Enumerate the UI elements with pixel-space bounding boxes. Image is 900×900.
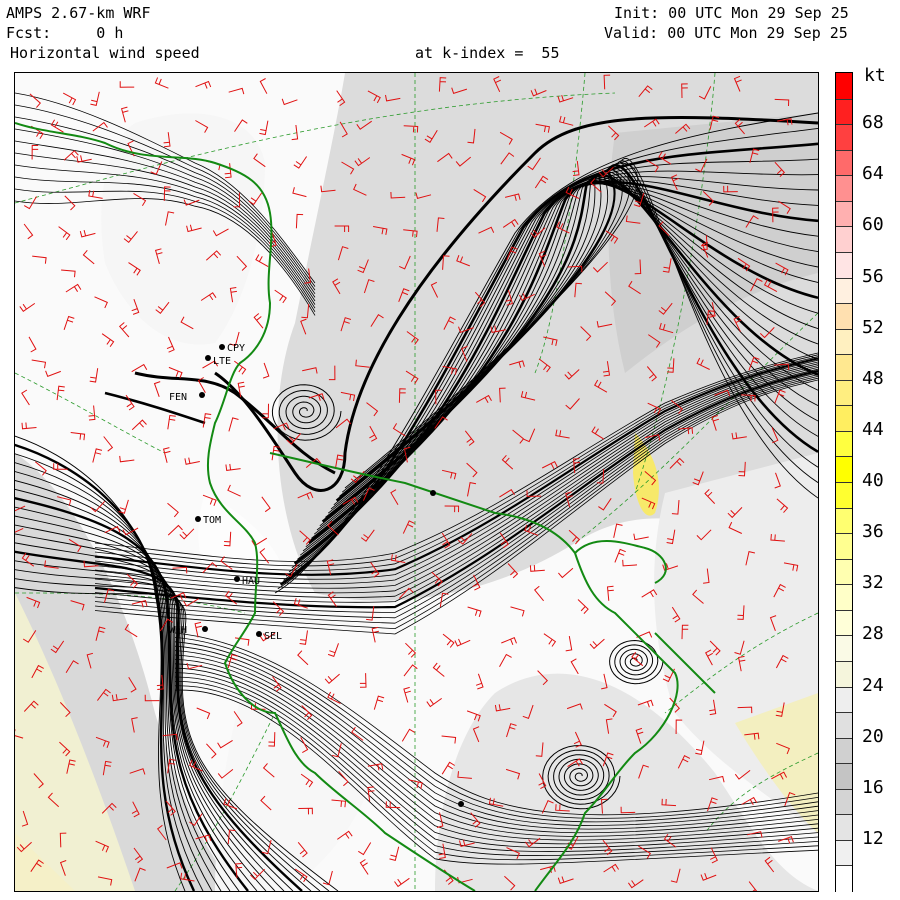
colorbar-tick-label: 56 [862, 265, 884, 287]
colorbar-segment [836, 482, 852, 509]
station-label: LTE [213, 356, 231, 367]
colorbar-segment [836, 456, 852, 483]
station-label: CPY [227, 343, 245, 354]
colorbar-segment [836, 558, 852, 586]
colorbar-segment [836, 277, 852, 305]
colorbar-segment [836, 73, 852, 99]
colorbar-tick-label: 12 [862, 827, 884, 849]
forecast-hour: Fcst: 0 h [6, 24, 124, 42]
station-label: FEN [169, 392, 187, 403]
colorbar-tick-label: 64 [862, 163, 884, 185]
colorbar-segment [836, 149, 852, 177]
colorbar-segment [836, 865, 852, 892]
colorbar-segment [836, 354, 852, 381]
station-dot [430, 490, 436, 496]
colorbar-segment [836, 175, 852, 202]
colorbar-segment [836, 200, 852, 228]
colorbar-segment [836, 405, 852, 432]
colorbar-segment [836, 251, 852, 279]
map-panel[interactable]: CPY LTE FEN TOM HAU WHH SEL [14, 72, 819, 892]
colorbar-segment [836, 660, 852, 688]
colorbar-segment [836, 430, 852, 458]
colorbar-segment [836, 328, 852, 356]
colorbar-tick-label: 16 [862, 776, 884, 798]
model-title: AMPS 2.67-km WRF [6, 4, 151, 22]
colorbar-segment [836, 609, 852, 637]
colorbar-segment [836, 635, 852, 662]
colorbar-segment [836, 98, 852, 126]
field-name: Horizontal wind speed [10, 44, 200, 62]
colorbar-tick-label: 28 [862, 623, 884, 645]
colorbar-segment [836, 584, 852, 611]
colorbar-segment [836, 533, 852, 560]
colorbar-segment [836, 788, 852, 816]
colorbar-tick-label: 32 [862, 572, 884, 594]
colorbar-tick-label: 36 [862, 521, 884, 543]
valid-time: Valid: 00 UTC Mon 29 Sep 25 [604, 24, 848, 42]
colorbar-tick-label: 44 [862, 418, 884, 440]
colorbar-segment [836, 379, 852, 407]
station-dot [458, 801, 464, 807]
model-level: at k-index = 55 [415, 44, 560, 62]
station-label: HAU [242, 576, 260, 587]
init-time: Init: 00 UTC Mon 29 Sep 25 [614, 4, 849, 22]
colorbar-unit: kt [864, 65, 886, 86]
colorbar-segment [836, 763, 852, 790]
colorbar-segment [836, 507, 852, 535]
colorbar-segment [836, 226, 852, 253]
colorbar-segment [836, 124, 852, 151]
colorbar-segment [836, 839, 852, 867]
colorbar-segment [836, 814, 852, 841]
colorbar-segment [836, 712, 852, 739]
wind-streamline-map[interactable]: CPY LTE FEN TOM HAU WHH SEL [15, 73, 818, 891]
station-label: SEL [264, 631, 282, 642]
colorbar-tick-label: 20 [862, 725, 884, 747]
colorbar [835, 72, 853, 892]
station-label: TOM [203, 515, 221, 526]
station-label: WHH [169, 625, 187, 636]
colorbar-tick-label: 48 [862, 367, 884, 389]
colorbar-tick-label: 40 [862, 470, 884, 491]
colorbar-segment [836, 686, 852, 714]
colorbar-tick-label: 60 [862, 214, 884, 236]
colorbar-segment [836, 737, 852, 765]
colorbar-tick-label: 24 [862, 674, 884, 696]
colorbar-tick-label: 68 [862, 112, 884, 134]
colorbar-tick-label: 52 [862, 316, 884, 338]
colorbar-segment [836, 303, 852, 330]
